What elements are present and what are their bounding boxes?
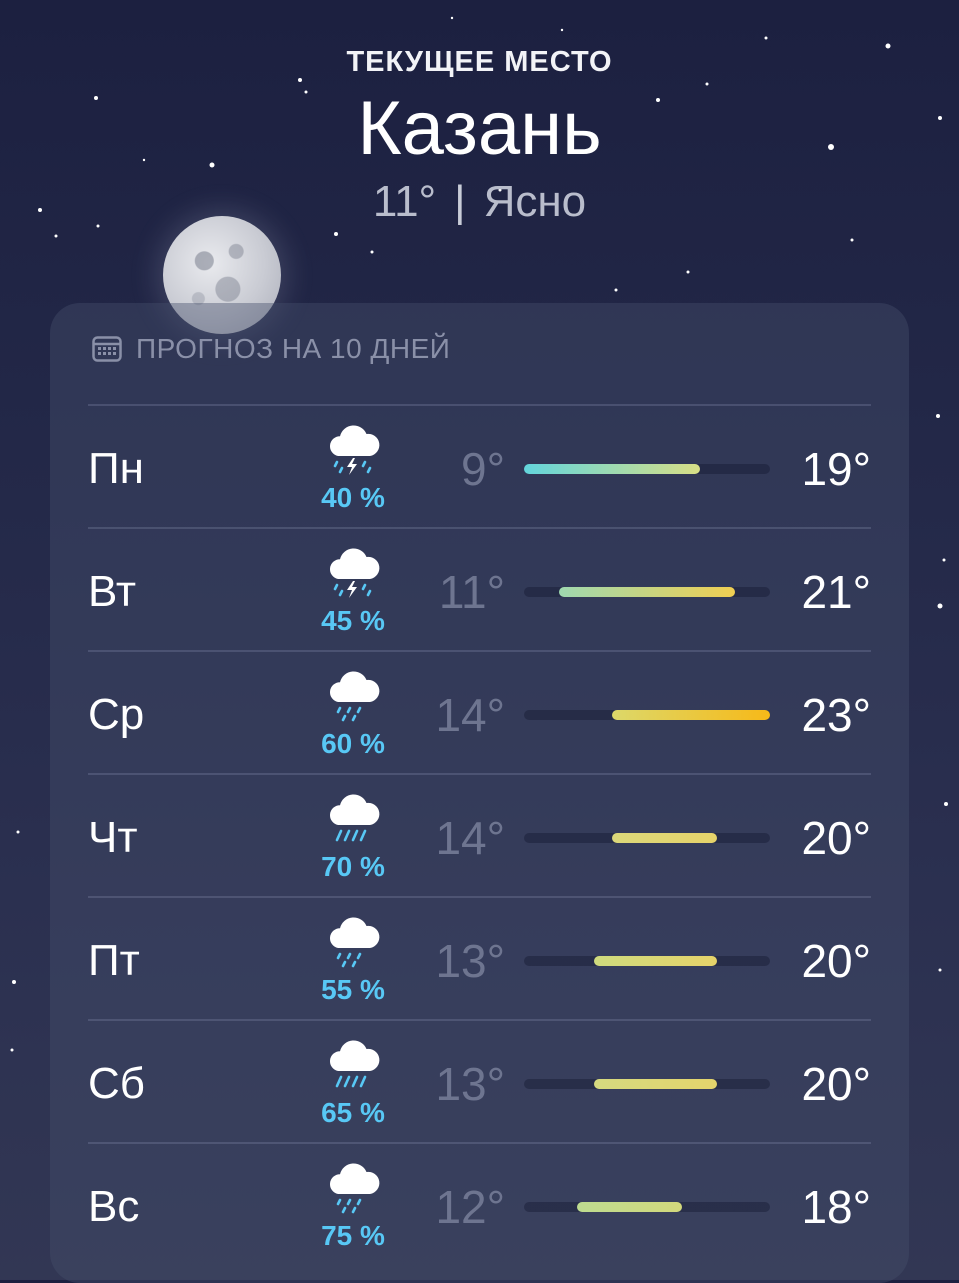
- high-temperature: 18°: [801, 1181, 871, 1233]
- current-conditions: 11° | Ясно: [0, 177, 959, 227]
- low-temperature: 14°: [435, 812, 505, 864]
- current-location-label: ТЕКУЩЕЕ МЕСТО: [346, 46, 613, 78]
- temperature-range-fill: [594, 1079, 717, 1089]
- temperature-range-track: [524, 1202, 770, 1212]
- forecast-row[interactable]: Ср 60 % 14° 23°: [88, 650, 871, 773]
- forecast-row[interactable]: Пн 40 % 9° 19°: [88, 404, 871, 527]
- high-temperature: 23°: [801, 689, 871, 741]
- city-name: Казань: [357, 86, 602, 171]
- temperature-range-track: [524, 833, 770, 843]
- forecast-day: Вт: [88, 567, 137, 616]
- forecast-day: Вс: [88, 1182, 140, 1231]
- location-header: ТЕКУЩЕЕ МЕСТО Казань 11° | Ясно: [0, 46, 959, 227]
- rain-cloud-icon: [329, 917, 380, 968]
- temperature-range-track: [524, 464, 770, 474]
- thunderstorm-cloud-icon: [329, 548, 380, 598]
- forecast-row[interactable]: Пт 55 % 13° 20°: [88, 896, 871, 1019]
- precipitation-chance: 60 %: [321, 728, 385, 759]
- temperature-range-track: [524, 710, 770, 720]
- precipitation-chance: 65 %: [321, 1097, 385, 1128]
- forecast-row[interactable]: Вт 45 % 11° 21°: [88, 527, 871, 650]
- temperature-range-track: [524, 956, 770, 966]
- high-temperature: 20°: [801, 812, 871, 864]
- precipitation-chance: 55 %: [321, 974, 385, 1005]
- low-temperature: 12°: [435, 1181, 505, 1233]
- forecast-day: Чт: [88, 813, 138, 862]
- heavy-rain-cloud-icon: [329, 794, 380, 842]
- heavy-rain-cloud-icon: [329, 1040, 380, 1088]
- rain-cloud-icon: [329, 1163, 380, 1214]
- rain-cloud-icon: [329, 671, 380, 722]
- forecast-row[interactable]: Сб 65 % 13° 20°: [88, 1019, 871, 1142]
- low-temperature: 9°: [461, 443, 505, 495]
- temperature-range-fill: [612, 710, 770, 720]
- low-temperature: 13°: [435, 1058, 505, 1110]
- high-temperature: 20°: [801, 1058, 871, 1110]
- temperature-range-track: [524, 587, 770, 597]
- temperature-range-fill: [577, 1202, 682, 1212]
- low-temperature: 11°: [438, 566, 505, 618]
- thunderstorm-cloud-icon: [329, 425, 380, 475]
- forecast-card-header: ПРОГНОЗ НА 10 ДНЕЙ: [92, 333, 450, 365]
- forecast-day: Сб: [88, 1059, 145, 1108]
- forecast-day: Ср: [88, 690, 145, 739]
- low-temperature: 13°: [435, 935, 505, 987]
- current-condition: Ясно: [483, 177, 587, 226]
- current-temperature: 11°: [372, 177, 437, 226]
- high-temperature: 19°: [801, 443, 871, 495]
- forecast-title: ПРОГНОЗ НА 10 ДНЕЙ: [136, 333, 451, 364]
- forecast-row[interactable]: Чт 70 % 14° 20°: [88, 773, 871, 896]
- high-temperature: 21°: [801, 566, 871, 618]
- precipitation-chance: 75 %: [321, 1220, 385, 1251]
- precipitation-chance: 40 %: [321, 482, 385, 513]
- temperature-range-track: [524, 1079, 770, 1089]
- conditions-separator: |: [454, 177, 466, 226]
- precipitation-chance: 45 %: [321, 605, 385, 636]
- temperature-range-fill: [612, 833, 717, 843]
- high-temperature: 20°: [801, 935, 871, 987]
- temperature-range-fill: [559, 587, 735, 597]
- temperature-range-fill: [524, 464, 700, 474]
- forecast-rows: Пн 40 % 9° 19° Вт 45 % 11° 21° Ср 60 % 14° 23° Чт 70 …: [88, 404, 871, 1265]
- temperature-range-fill: [594, 956, 717, 966]
- forecast-row[interactable]: Вс 75 % 12° 18°: [88, 1142, 871, 1265]
- ten-day-forecast-card[interactable]: ПРОГНОЗ НА 10 ДНЕЙ Пн 40 % 9° 19° Вт 45 % 11° 2…: [50, 303, 909, 1283]
- forecast-day: Пн: [88, 444, 144, 493]
- calendar-icon: [92, 336, 122, 362]
- low-temperature: 14°: [435, 689, 505, 741]
- precipitation-chance: 70 %: [321, 851, 385, 882]
- forecast-day: Пт: [88, 936, 140, 985]
